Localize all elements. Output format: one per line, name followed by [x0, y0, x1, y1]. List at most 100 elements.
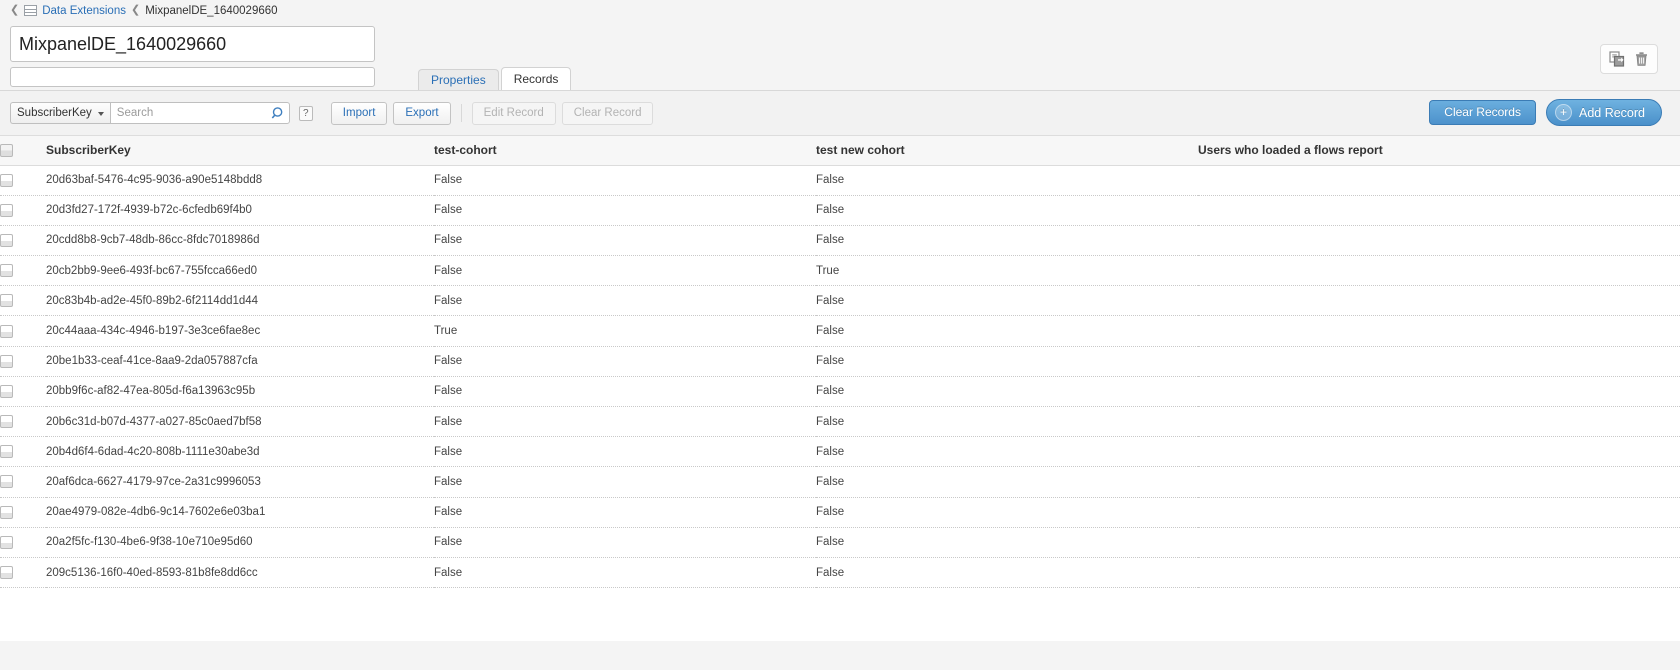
- copy-icon[interactable]: [1607, 49, 1627, 69]
- row-select-cell: [0, 286, 46, 316]
- table-row[interactable]: 209c5136-16f0-40ed-8593-81b8fe8dd6cc Fals…: [0, 557, 1680, 587]
- row-checkbox[interactable]: [0, 566, 13, 579]
- cell-users-flows-report: [1198, 467, 1680, 497]
- cell-test-new-cohort: False: [816, 286, 1198, 316]
- cell-subscriberkey: 20be1b33-ceaf-41ce-8aa9-2da057887cfa: [46, 346, 434, 376]
- column-header-test-cohort[interactable]: test-cohort: [434, 136, 816, 165]
- import-button[interactable]: Import: [331, 102, 388, 125]
- row-checkbox[interactable]: [0, 325, 13, 338]
- cell-test-new-cohort: False: [816, 195, 1198, 225]
- row-checkbox[interactable]: [0, 355, 13, 368]
- row-select-cell: [0, 376, 46, 406]
- data-extension-description-input[interactable]: [10, 67, 375, 87]
- cell-test-new-cohort: False: [816, 316, 1198, 346]
- table-row[interactable]: 20cdd8b8-9cb7-48db-86cc-8fdc7018986dFals…: [0, 225, 1680, 255]
- help-button[interactable]: ?: [299, 106, 313, 121]
- row-checkbox[interactable]: [0, 174, 13, 187]
- search-box: [110, 102, 290, 124]
- table-row[interactable]: 20d63baf-5476-4c95-9036-a90e5148bdd8Fals…: [0, 165, 1680, 195]
- cell-users-flows-report: [1198, 256, 1680, 286]
- row-checkbox[interactable]: [0, 415, 13, 428]
- table-row[interactable]: 20a2f5fc-f130-4be6-9f38-10e710e95d60Fals…: [0, 527, 1680, 557]
- cell-subscriberkey: 20af6dca-6627-4179-97ce-2a31c9996053: [46, 467, 434, 497]
- table-row[interactable]: 20ae4979-082e-4db6-9c14-7602e6e03ba1Fals…: [0, 497, 1680, 527]
- table-row[interactable]: 20be1b33-ceaf-41ce-8aa9-2da057887cfaFals…: [0, 346, 1680, 376]
- row-checkbox[interactable]: [0, 204, 13, 217]
- records-table: SubscriberKey test-cohort test new cohor…: [0, 136, 1680, 588]
- record-actions-group: Edit Record Clear Record: [472, 102, 654, 125]
- cell-test-cohort: False: [434, 376, 816, 406]
- breadcrumb-chevron-icon: ❮: [10, 5, 19, 16]
- table-row[interactable]: 20c44aaa-434c-4946-b197-3e3ce6fae8ecTrue…: [0, 316, 1680, 346]
- cell-users-flows-report: [1198, 316, 1680, 346]
- cell-test-new-cohort: False: [816, 497, 1198, 527]
- search-icon[interactable]: [270, 105, 287, 121]
- data-extension-name-input[interactable]: [10, 26, 375, 62]
- row-select-cell: [0, 527, 46, 557]
- cell-subscriberkey: 20ae4979-082e-4db6-9c14-7602e6e03ba1: [46, 497, 434, 527]
- table-row[interactable]: 20b6c31d-b07d-4377-a027-85c0aed7bf58Fals…: [0, 407, 1680, 437]
- table-row[interactable]: 20c83b4b-ad2e-45f0-89b2-6f2114dd1d44Fals…: [0, 286, 1680, 316]
- row-checkbox[interactable]: [0, 385, 13, 398]
- row-checkbox[interactable]: [0, 475, 13, 488]
- row-select-cell: [0, 195, 46, 225]
- search-input[interactable]: [110, 102, 290, 124]
- row-select-cell: [0, 346, 46, 376]
- table-row[interactable]: 20cb2bb9-9ee6-493f-bc67-755fcca66ed0Fals…: [0, 256, 1680, 286]
- row-select-cell: [0, 467, 46, 497]
- row-checkbox[interactable]: [0, 294, 13, 307]
- plus-icon: +: [1555, 104, 1572, 121]
- search-field-select[interactable]: SubscriberKey: [10, 102, 110, 124]
- cell-test-cohort: False: [434, 407, 816, 437]
- table-row[interactable]: 20d3fd27-172f-4939-b72c-6cfedb69f4b0Fals…: [0, 195, 1680, 225]
- cell-test-cohort: False: [434, 497, 816, 527]
- records-toolbar: SubscriberKey ? Import Export Edit Recor…: [0, 90, 1680, 135]
- cell-subscriberkey: 209c5136-16f0-40ed-8593-81b8fe8dd6cc: [46, 557, 434, 587]
- cell-test-cohort: False: [434, 225, 816, 255]
- table-row[interactable]: 20b4d6f4-6dad-4c20-808b-1111e30abe3dFals…: [0, 437, 1680, 467]
- cell-subscriberkey: 20bb9f6c-af82-47ea-805d-f6a13963c95b: [46, 376, 434, 406]
- cell-test-cohort: False: [434, 346, 816, 376]
- select-all-header: [0, 136, 46, 165]
- delete-icon[interactable]: [1631, 49, 1651, 69]
- tab-properties[interactable]: Properties: [418, 69, 499, 91]
- clear-records-button[interactable]: Clear Records: [1429, 100, 1536, 125]
- column-header-users-flows-report[interactable]: Users who loaded a flows report: [1198, 136, 1680, 165]
- cell-test-cohort: False: [434, 165, 816, 195]
- cell-test-new-cohort: False: [816, 376, 1198, 406]
- table-row[interactable]: 20af6dca-6627-4179-97ce-2a31c9996053Fals…: [0, 467, 1680, 497]
- add-record-button[interactable]: + Add Record: [1546, 99, 1662, 126]
- cell-users-flows-report: [1198, 527, 1680, 557]
- row-select-cell: [0, 316, 46, 346]
- cell-subscriberkey: 20c44aaa-434c-4946-b197-3e3ce6fae8ec: [46, 316, 434, 346]
- records-table-body: 20d63baf-5476-4c95-9036-a90e5148bdd8Fals…: [0, 165, 1680, 588]
- cell-users-flows-report: [1198, 225, 1680, 255]
- row-select-cell: [0, 225, 46, 255]
- cell-test-cohort: False: [434, 437, 816, 467]
- row-select-cell: [0, 256, 46, 286]
- row-checkbox[interactable]: [0, 506, 13, 519]
- cell-users-flows-report: [1198, 376, 1680, 406]
- row-checkbox[interactable]: [0, 264, 13, 277]
- breadcrumb-link-data-extensions[interactable]: Data Extensions: [42, 5, 126, 17]
- clear-record-button[interactable]: Clear Record: [562, 102, 654, 125]
- column-header-test-new-cohort[interactable]: test new cohort: [816, 136, 1198, 165]
- edit-record-button[interactable]: Edit Record: [472, 102, 556, 125]
- cell-users-flows-report: [1198, 557, 1680, 587]
- cell-test-cohort: False: [434, 286, 816, 316]
- row-checkbox[interactable]: [0, 234, 13, 247]
- table-row[interactable]: 20bb9f6c-af82-47ea-805d-f6a13963c95bFals…: [0, 376, 1680, 406]
- import-export-group: Import Export: [331, 102, 451, 125]
- column-header-subscriberkey[interactable]: SubscriberKey: [46, 136, 434, 165]
- header-action-cluster: [1600, 44, 1658, 74]
- row-checkbox[interactable]: [0, 536, 13, 549]
- tab-records[interactable]: Records: [501, 67, 572, 91]
- row-checkbox[interactable]: [0, 445, 13, 458]
- export-button[interactable]: Export: [393, 102, 450, 125]
- table-header-row: SubscriberKey test-cohort test new cohor…: [0, 136, 1680, 165]
- cell-test-new-cohort: False: [816, 557, 1198, 587]
- row-select-cell: [0, 407, 46, 437]
- cell-test-new-cohort: False: [816, 165, 1198, 195]
- cell-test-new-cohort: False: [816, 527, 1198, 557]
- select-all-checkbox[interactable]: [0, 144, 13, 157]
